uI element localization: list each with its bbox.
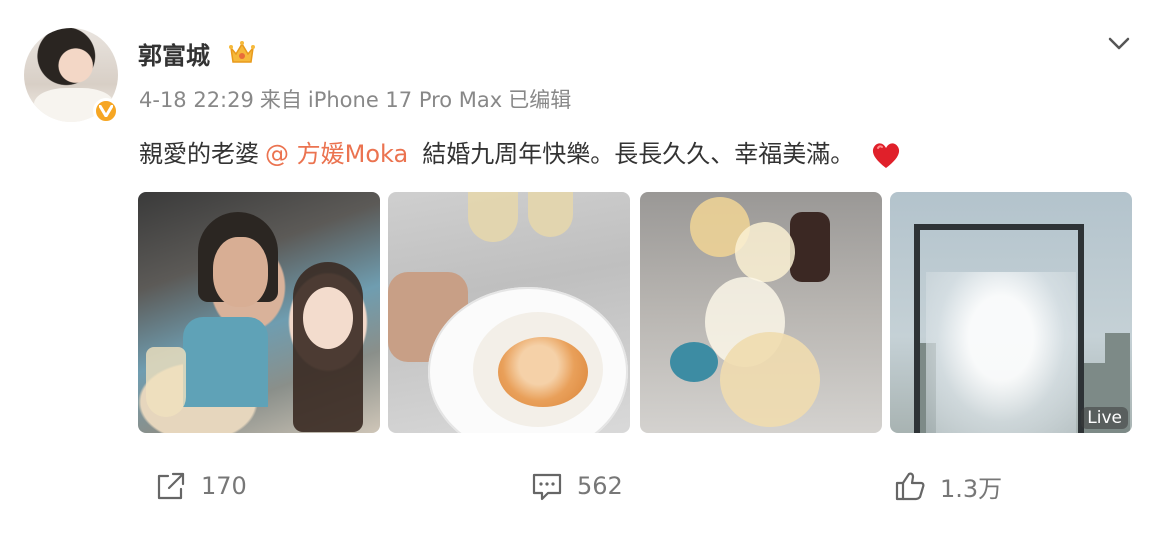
like-button[interactable]: 1.3万 (894, 470, 1003, 503)
author-name[interactable]: 郭富城 (138, 36, 210, 71)
photo-figure (914, 224, 1084, 433)
photo-4[interactable]: Live (890, 192, 1132, 433)
crown-icon (229, 41, 255, 63)
photo-figure (213, 237, 268, 307)
share-button[interactable]: 170 (155, 470, 247, 502)
weibo-post: 郭富城 4-18 22:29 来自 iPhone 17 Pro Max 已编辑 親愛的… (0, 0, 1150, 546)
photo-figure (790, 212, 830, 282)
post-text: 親愛的老婆 @ 方媛Moka 結婚九周年快樂。長長久久、幸福美滿。 (139, 134, 902, 170)
photo-3[interactable] (640, 192, 882, 433)
live-photo-badge: Live (1081, 407, 1128, 429)
comment-icon (532, 473, 562, 501)
like-count: 1.3万 (940, 474, 1003, 503)
comment-button[interactable]: 562 (531, 470, 623, 502)
photo-figure (303, 287, 353, 349)
photo-2[interactable] (388, 192, 630, 433)
heart-icon (872, 143, 899, 168)
photo-figure (146, 347, 186, 417)
post-text-start: 親愛的老婆 (139, 140, 259, 168)
photo-figure (735, 222, 795, 282)
share-icon (157, 472, 185, 500)
photo-figure (468, 192, 518, 242)
photo-figure (183, 317, 268, 407)
edited-label[interactable]: 已编辑 (508, 88, 571, 112)
photo-figure (670, 342, 718, 382)
photo-figure (720, 332, 820, 427)
photo-figure (498, 337, 588, 407)
device-name: iPhone 17 Pro Max (307, 88, 503, 112)
post-meta: 4-18 22:29 来自 iPhone 17 Pro Max 已编辑 (139, 84, 577, 114)
share-count: 170 (201, 472, 247, 500)
post-text-end: 結婚九周年快樂。長長久久、幸福美滿。 (422, 140, 855, 168)
photo-1[interactable] (138, 192, 380, 433)
photo-figure (528, 192, 573, 237)
post-time[interactable]: 4-18 22:29 (139, 88, 254, 112)
chevron-down-icon[interactable] (1105, 34, 1133, 54)
mention-link[interactable]: @ 方媛Moka (265, 140, 408, 168)
thumbs-up-icon (895, 472, 925, 501)
source-prefix: 来自 (259, 88, 302, 112)
comment-count: 562 (577, 472, 623, 500)
verified-badge-icon (93, 98, 119, 124)
